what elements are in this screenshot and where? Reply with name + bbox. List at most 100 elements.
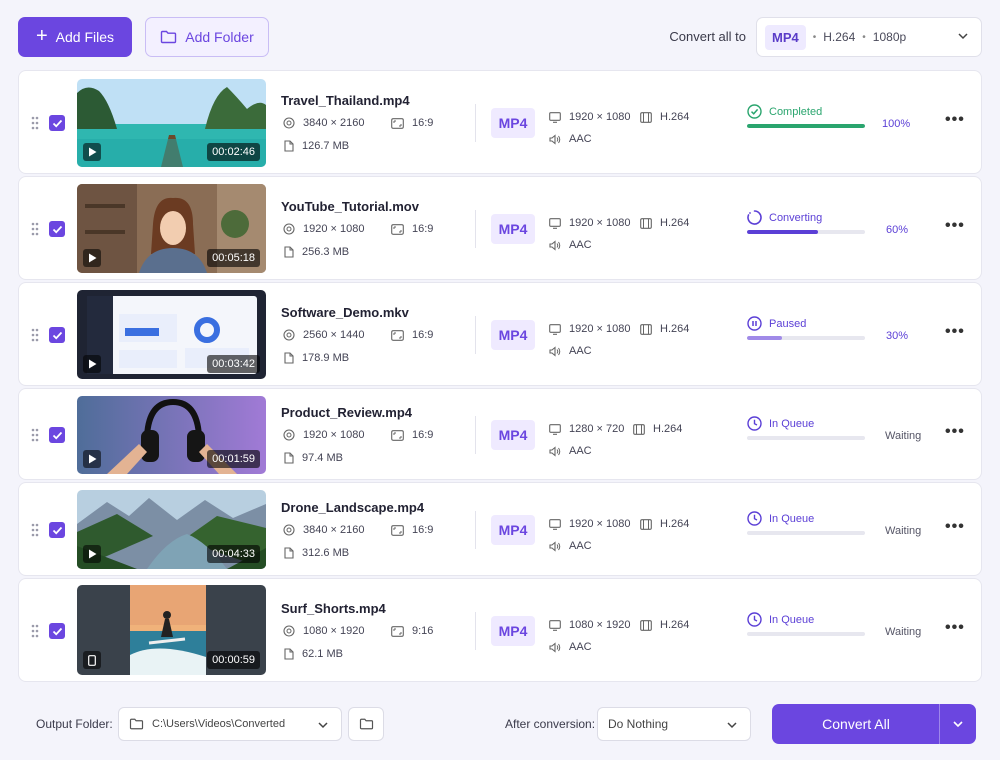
aspect-ratio-value: 16:9 (412, 223, 434, 235)
file-row[interactable]: 00:02:46 Travel_Thailand.mp4 3840 × 2160… (18, 70, 982, 174)
play-icon[interactable] (83, 143, 101, 161)
plus-icon: + (35, 25, 48, 47)
drag-handle-icon[interactable] (31, 116, 39, 130)
drag-handle-icon[interactable] (31, 624, 39, 638)
button-divider (939, 704, 940, 744)
vertical-video-icon[interactable] (83, 651, 101, 669)
divider (475, 316, 476, 354)
status-badge: Completed (747, 104, 822, 119)
file-row[interactable]: 00:05:18 YouTube_Tutorial.mov 1920 × 108… (18, 176, 982, 280)
status-badge: In Queue (747, 511, 814, 526)
play-icon[interactable] (83, 450, 101, 468)
file-size: 256.3 MB (284, 246, 349, 258)
drag-handle-icon[interactable] (31, 328, 39, 342)
row-checkbox[interactable] (49, 427, 65, 443)
chevron-down-icon (318, 722, 328, 729)
resolution-icon (283, 625, 295, 637)
more-options-icon[interactable]: ••• (945, 217, 965, 235)
format-badge: MP4 (765, 24, 806, 50)
row-checkbox[interactable] (49, 115, 65, 131)
file-list: 00:02:46 Travel_Thailand.mp4 3840 × 2160… (18, 70, 982, 682)
output-format-badge[interactable]: MP4 (491, 108, 535, 138)
more-options-icon[interactable]: ••• (945, 619, 965, 637)
output-folder-select[interactable]: C:\Users\Videos\Converted (118, 707, 342, 741)
file-row[interactable]: 00:04:33 Drone_Landscape.mp4 3840 × 2160… (18, 482, 982, 576)
row-checkbox[interactable] (49, 221, 65, 237)
more-options-icon[interactable]: ••• (945, 323, 965, 341)
output-format-badge[interactable]: MP4 (491, 616, 535, 646)
status-badge: In Queue (747, 416, 814, 431)
row-checkbox[interactable] (49, 522, 65, 538)
play-icon[interactable] (83, 249, 101, 267)
check-icon (52, 119, 63, 128)
progress-fill (747, 124, 865, 128)
film-icon (640, 111, 652, 123)
output-format-badge[interactable]: MP4 (491, 515, 535, 545)
file-row[interactable]: 00:00:59 Surf_Shorts.mp4 1080 × 1920 9:1… (18, 578, 982, 682)
video-thumbnail[interactable]: 00:02:46 (77, 79, 266, 167)
video-thumbnail[interactable]: 00:01:59 (77, 396, 266, 474)
file-icon (284, 246, 294, 258)
status-badge: In Queue (747, 612, 814, 627)
progress-text: 100% (882, 118, 911, 130)
output-format-badge[interactable]: MP4 (491, 420, 535, 450)
play-icon[interactable] (83, 545, 101, 563)
after-conversion-select[interactable]: Do Nothing (597, 707, 751, 741)
screen-icon (549, 217, 561, 229)
film-icon (633, 423, 645, 435)
file-icon (284, 140, 294, 152)
screen-icon (549, 323, 561, 335)
add-folder-button[interactable]: Add Folder (145, 17, 269, 57)
more-options-icon[interactable]: ••• (945, 111, 965, 129)
drag-handle-icon[interactable] (31, 428, 39, 442)
separator-dot: • (812, 31, 817, 43)
output-format-badge[interactable]: MP4 (491, 320, 535, 350)
file-name: Product_Review.mp4 (281, 405, 413, 420)
output-resolution: 1920 × 1080 (549, 518, 630, 530)
resolution-icon (283, 117, 295, 129)
clock-icon (747, 612, 762, 627)
file-size: 97.4 MB (284, 452, 343, 464)
audio-codec: AAC (549, 133, 592, 145)
resolution-icon (283, 329, 295, 341)
play-icon[interactable] (83, 355, 101, 373)
output-resolution: 1080 × 1920 (549, 619, 630, 631)
audio-codec: AAC (549, 345, 592, 357)
video-thumbnail[interactable]: 00:05:18 (77, 184, 266, 273)
output-format-select[interactable]: MP4 • H.264 • 1080p (756, 17, 982, 57)
source-resolution: 3840 × 2160 (283, 524, 364, 536)
more-options-icon[interactable]: ••• (945, 518, 965, 536)
file-icon (284, 547, 294, 559)
video-thumbnail[interactable]: 00:03:42 (77, 290, 266, 379)
progress-text: 60% (886, 224, 909, 236)
file-name: Travel_Thailand.mp4 (281, 93, 410, 108)
audio-codec: AAC (549, 540, 592, 552)
row-checkbox[interactable] (49, 327, 65, 343)
drag-handle-icon[interactable] (31, 222, 39, 236)
video-thumbnail[interactable]: 00:04:33 (77, 490, 266, 569)
more-options-icon[interactable]: ••• (945, 423, 965, 441)
file-row[interactable]: 00:03:42 Software_Demo.mkv 2560 × 1440 1… (18, 282, 982, 386)
browse-folder-button[interactable] (348, 707, 384, 741)
clock-icon (747, 511, 762, 526)
row-checkbox[interactable] (49, 623, 65, 639)
video-thumbnail[interactable]: 00:00:59 (77, 585, 266, 675)
file-name: Drone_Landscape.mp4 (281, 500, 425, 515)
output-resolution-value: 1920 × 1080 (569, 111, 631, 123)
output-codec: H.264 (633, 423, 682, 435)
file-row[interactable]: 00:01:59 Product_Review.mp4 1920 × 1080 … (18, 388, 982, 480)
add-files-label: Add Files (55, 29, 115, 45)
check-icon (52, 225, 63, 234)
convert-all-button[interactable]: Convert All (772, 704, 976, 744)
spinner-icon (747, 210, 762, 225)
source-resolution: 1920 × 1080 (283, 223, 364, 235)
aspect-ratio: 16:9 (391, 329, 433, 341)
audio-codec-value: AAC (569, 133, 592, 145)
audio-codec-value: AAC (569, 641, 592, 653)
status-text: Completed (769, 105, 823, 118)
output-format-badge[interactable]: MP4 (491, 214, 535, 244)
audio-codec-value: AAC (569, 445, 592, 457)
add-files-button[interactable]: + Add Files (18, 17, 132, 57)
chevron-down-icon[interactable] (952, 718, 964, 730)
drag-handle-icon[interactable] (31, 523, 39, 537)
